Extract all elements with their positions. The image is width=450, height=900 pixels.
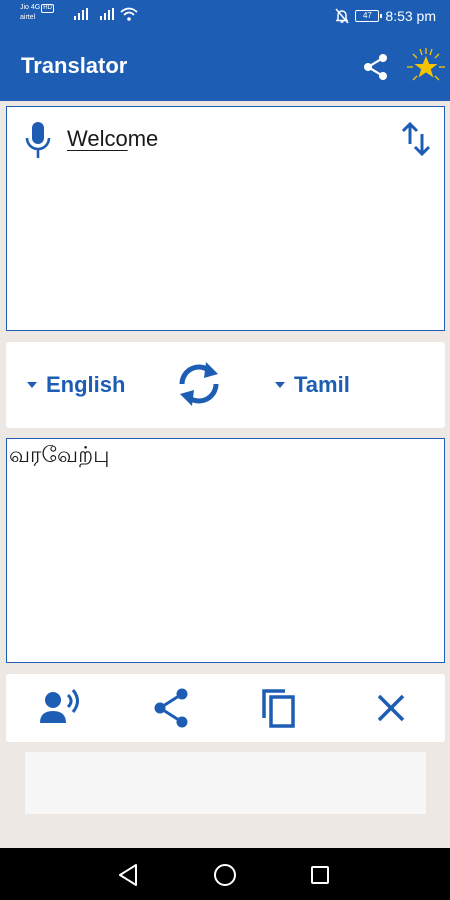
input-text-area[interactable]: Welcome <box>6 106 445 331</box>
signal-icon <box>74 8 88 20</box>
navigation-bar <box>0 848 450 900</box>
input-text-underlined: Welco <box>67 126 128 151</box>
carrier-primary: Jio 4G <box>20 4 41 11</box>
star-icon[interactable] <box>406 47 446 87</box>
translated-text: வரவேற்பு <box>9 443 110 468</box>
sync-icon[interactable] <box>174 354 224 414</box>
target-language-label: Tamil <box>294 372 350 397</box>
output-text-area[interactable]: வரவேற்பு <box>6 438 445 663</box>
recent-apps-icon[interactable] <box>307 862 333 888</box>
source-language-label: English <box>46 372 126 397</box>
swap-vertical-icon[interactable] <box>400 120 432 160</box>
clock: 8:53 pm <box>385 8 436 24</box>
home-icon[interactable] <box>212 862 238 888</box>
actions-bar <box>6 674 445 742</box>
copy-icon[interactable] <box>257 687 301 729</box>
input-text[interactable]: Welcome <box>67 126 158 152</box>
share-icon[interactable] <box>149 687 193 729</box>
close-icon[interactable] <box>369 687 413 729</box>
battery-indicator: 47 <box>355 10 383 22</box>
app-bar: Translator <box>0 31 450 101</box>
wifi-icon <box>120 7 138 21</box>
target-language-dropdown[interactable]: Tamil <box>275 372 350 398</box>
input-text-rest: me <box>127 126 159 151</box>
signal-icon-secondary <box>100 8 114 20</box>
mute-icon <box>335 8 349 24</box>
carrier-secondary: airtel <box>20 14 36 21</box>
language-bar: English Tamil <box>6 342 445 428</box>
chevron-down-icon <box>275 382 285 388</box>
carrier-info: Jio 4G HD airtel <box>20 3 80 23</box>
ad-banner <box>25 752 426 814</box>
app-title: Translator <box>21 53 128 78</box>
source-language-dropdown[interactable]: English <box>27 372 125 398</box>
status-bar: Jio 4G HD airtel 47 8:53 pm <box>0 0 450 31</box>
mic-icon[interactable] <box>23 120 53 162</box>
chevron-down-icon <box>27 382 37 388</box>
back-icon[interactable] <box>116 862 142 888</box>
speaker-icon[interactable] <box>38 687 82 729</box>
hd-badge: HD <box>41 4 54 13</box>
share-icon[interactable] <box>362 53 390 81</box>
